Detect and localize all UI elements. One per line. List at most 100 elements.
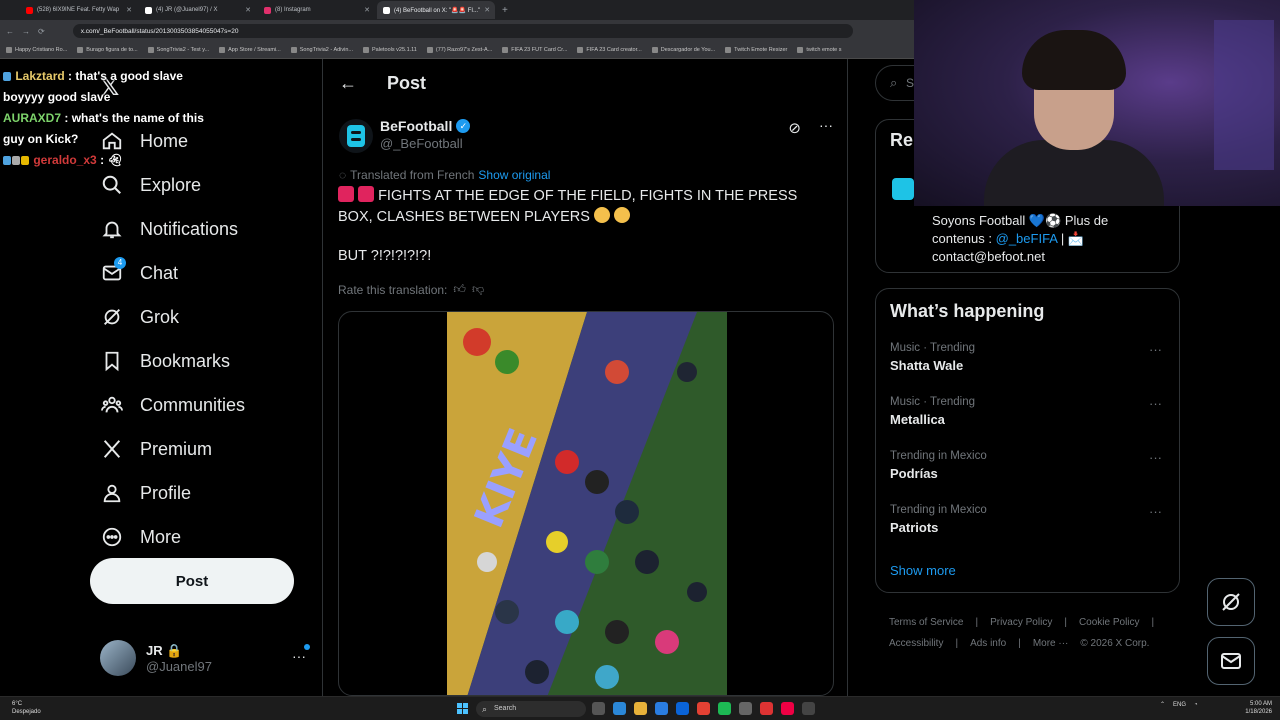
bookmark-item[interactable]: Twitch Emote Resizer bbox=[725, 47, 787, 53]
more-dots-icon[interactable]: ··· bbox=[1149, 396, 1162, 411]
browser-tab[interactable]: (4) JR (@Juanel97) / X ✕ bbox=[139, 1, 257, 19]
sidebar-item-label: Notifications bbox=[140, 218, 239, 239]
more-dots-icon[interactable]: ··· bbox=[1149, 342, 1162, 357]
back-arrow-icon[interactable]: ← bbox=[339, 73, 357, 94]
footer-link[interactable]: Privacy Policy bbox=[990, 617, 1052, 628]
sidebar-item-premium[interactable]: Premium bbox=[100, 427, 245, 471]
wifi-icon[interactable]: ◔ bbox=[1194, 702, 1198, 708]
x-logo-icon bbox=[383, 6, 390, 14]
chevron-up-icon[interactable]: ⌃ bbox=[1160, 701, 1165, 708]
messages-fab-button[interactable] bbox=[1207, 637, 1255, 685]
weather-widget[interactable]: 6°C Despejado bbox=[12, 700, 41, 716]
bookmark-item[interactable]: FIFA 23 Card creator... bbox=[577, 47, 642, 53]
author-avatar[interactable] bbox=[339, 119, 373, 153]
bookmark-item[interactable]: SongTrivia2 - Adivin... bbox=[290, 47, 353, 53]
trend-category: Music · Trending bbox=[890, 342, 976, 354]
sidebar-item-notifications[interactable]: Notifications bbox=[100, 207, 245, 251]
more-dots-icon[interactable]: ··· bbox=[1149, 504, 1162, 519]
browser-tab-active[interactable]: (4) BeFootball on X: "🚨🚨 FI..." ✕ bbox=[377, 1, 495, 19]
store-icon[interactable] bbox=[655, 702, 668, 715]
trend-item[interactable]: Trending in Mexico Patriots ··· bbox=[890, 504, 1170, 535]
bio-link[interactable]: @_beFIFA bbox=[996, 231, 1058, 246]
browser-tab[interactable]: (8) Instagram ✕ bbox=[258, 1, 376, 19]
close-icon[interactable]: ✕ bbox=[364, 6, 370, 14]
footer-link[interactable]: Cookie Policy bbox=[1079, 617, 1140, 628]
app-icon[interactable] bbox=[760, 702, 773, 715]
video-player[interactable]: KIYE bbox=[447, 312, 727, 695]
bookmark-favicon-icon bbox=[147, 47, 154, 53]
account-switcher[interactable]: JR 🔒 @Juanel97 ··· bbox=[100, 640, 310, 676]
sidebar-item-chat[interactable]: 4 Chat bbox=[100, 251, 245, 295]
author-handle[interactable]: @_BeFootball bbox=[380, 136, 463, 151]
bookmark-item[interactable]: FIFA 23 FUT Card Cr... bbox=[502, 47, 567, 53]
sidebar-item-label: Explore bbox=[140, 174, 202, 195]
sidebar-item-more[interactable]: More bbox=[100, 515, 245, 559]
task-view-icon[interactable] bbox=[592, 702, 605, 715]
author-name-row[interactable]: BeFootball ✓ bbox=[380, 118, 471, 134]
forward-arrow-icon[interactable]: → bbox=[22, 27, 30, 36]
more-dots-icon[interactable]: ··· bbox=[1149, 450, 1162, 465]
tweet-media[interactable]: KIYE bbox=[338, 311, 834, 696]
close-icon[interactable]: ✕ bbox=[484, 6, 490, 14]
music-icon[interactable] bbox=[781, 702, 794, 715]
tweet-text-line-2: BUT ?!?!?!?!?! bbox=[338, 248, 432, 264]
file-explorer-icon[interactable] bbox=[634, 702, 647, 715]
url-field[interactable]: x.com/_BeFootball/status/201300350385405… bbox=[72, 24, 853, 38]
chrome-icon[interactable] bbox=[697, 702, 710, 715]
bookmark-item[interactable]: Burago figura de to... bbox=[77, 47, 138, 53]
thumbs-down-icon[interactable]: 👎︎ bbox=[472, 282, 484, 297]
app-icon[interactable] bbox=[802, 702, 815, 715]
befootball-logo-icon[interactable] bbox=[892, 178, 914, 200]
mail-app-icon[interactable] bbox=[676, 702, 689, 715]
close-icon[interactable]: ✕ bbox=[126, 6, 132, 14]
search-icon bbox=[100, 173, 124, 197]
trend-item[interactable]: Music · Trending Shatta Wale ··· bbox=[890, 342, 1170, 373]
browser-tab[interactable]: (528) 6IX9INE Feat. Fetty Wap ✕ bbox=[20, 1, 138, 19]
lang-indicator[interactable]: ENG bbox=[1173, 702, 1186, 708]
back-arrow-icon[interactable]: ← bbox=[6, 27, 14, 36]
bookmark-label: Paletools v25.1.11 bbox=[372, 47, 417, 53]
grok-fab-button[interactable] bbox=[1207, 578, 1255, 626]
footer-link[interactable]: Accessibility bbox=[889, 638, 943, 649]
bookmark-item[interactable]: App Store / Streami... bbox=[219, 47, 281, 53]
more-dots-icon[interactable]: ··· bbox=[819, 117, 833, 133]
badge-icon bbox=[3, 156, 11, 165]
windows-start-icon[interactable] bbox=[457, 703, 468, 714]
spotify-icon[interactable] bbox=[718, 702, 731, 715]
sidebar-nav: Home Explore Notifications 4 Chat Grok B… bbox=[100, 119, 245, 559]
app-icon[interactable] bbox=[739, 702, 752, 715]
footer-link[interactable]: © 2026 X Corp. bbox=[1080, 638, 1149, 649]
footer-link[interactable]: More ··· bbox=[1033, 638, 1069, 649]
close-icon[interactable]: ✕ bbox=[245, 6, 251, 14]
bookmark-item[interactable]: Paletools v25.1.11 bbox=[363, 47, 417, 53]
footer-link[interactable]: Ads info bbox=[970, 638, 1006, 649]
trend-item[interactable]: Trending in Mexico Podrías ··· bbox=[890, 450, 1170, 481]
footer-link[interactable]: Terms of Service bbox=[889, 617, 963, 628]
sidebar-item-grok[interactable]: Grok bbox=[100, 295, 245, 339]
sidebar-item-profile[interactable]: Profile bbox=[100, 471, 245, 515]
new-tab-button[interactable]: + bbox=[502, 5, 508, 16]
rate-translation: Rate this translation: 👍︎ 👎︎ bbox=[338, 282, 484, 297]
thumbs-up-icon[interactable]: 👍︎ bbox=[453, 282, 466, 297]
bookmark-item[interactable]: Happy Cristiano Ro... bbox=[6, 47, 67, 53]
more-dots-icon[interactable]: ··· bbox=[292, 648, 306, 664]
bookmark-item[interactable]: twitch emote s bbox=[797, 47, 842, 53]
trend-name: Patriots bbox=[890, 520, 939, 535]
sidebar-item-label: Premium bbox=[140, 438, 213, 459]
bookmark-item[interactable]: Descargador de You... bbox=[651, 47, 715, 53]
sidebar-item-bookmarks[interactable]: Bookmarks bbox=[100, 339, 245, 383]
bookmark-item[interactable]: SongTrivia2 - Test y... bbox=[147, 47, 209, 53]
taskbar-search[interactable]: Search bbox=[476, 701, 586, 717]
bookmark-label: Happy Cristiano Ro... bbox=[15, 47, 68, 53]
trend-item[interactable]: Music · Trending Metallica ··· bbox=[890, 396, 1170, 427]
edge-icon[interactable] bbox=[613, 702, 626, 715]
show-more-link[interactable]: Show more bbox=[890, 563, 956, 578]
show-original-link[interactable]: Show original bbox=[478, 168, 550, 182]
main-column: ← Post BeFootball ✓ @_BeFootball ⊘ ··· ◌… bbox=[323, 59, 847, 696]
bookmark-item[interactable]: (77) Razo97's Zest-A... bbox=[426, 47, 492, 53]
clock[interactable]: 5:00 AM 1/18/2026 bbox=[1238, 700, 1272, 716]
post-button[interactable]: Post bbox=[90, 558, 294, 604]
reload-icon[interactable]: ⟳ bbox=[38, 27, 45, 36]
grok-icon[interactable]: ⊘ bbox=[788, 119, 801, 137]
sidebar-item-communities[interactable]: Communities bbox=[100, 383, 245, 427]
